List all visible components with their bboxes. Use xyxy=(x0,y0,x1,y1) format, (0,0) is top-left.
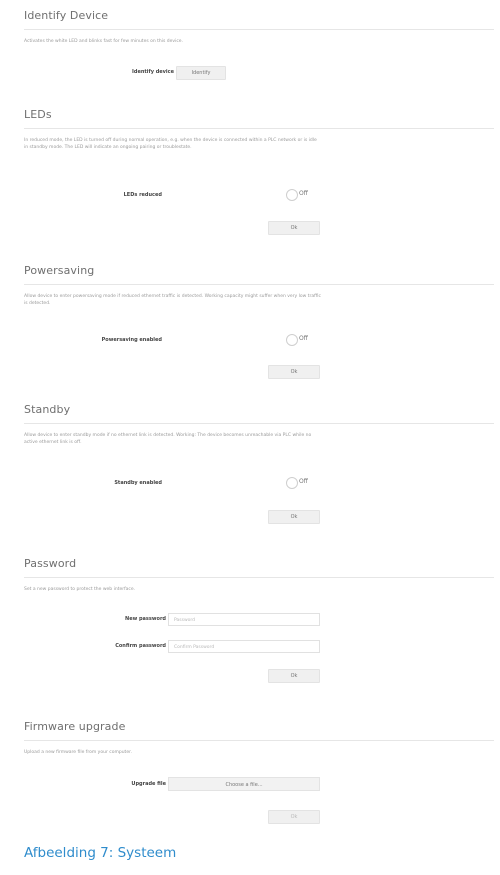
section-description: In reduced mode, the LED is turned off d… xyxy=(24,138,317,150)
section-description: Upload a new firmware file from your com… xyxy=(24,750,132,755)
powersaving-toggle[interactable]: Off xyxy=(286,334,310,346)
powersaving-row: Powersaving enabled Off xyxy=(24,334,500,348)
leds-section: LEDs In reduced mode, the LED is turned … xyxy=(24,108,500,235)
divider xyxy=(24,740,494,741)
identify-device-section: Identify Device Activates the white LED … xyxy=(24,9,500,80)
firmware-ok-button[interactable]: Ok xyxy=(268,810,320,824)
powersaving-section: Powersaving Allow device to enter powers… xyxy=(24,264,500,379)
section-title: Standby xyxy=(24,403,71,416)
section-title: Password xyxy=(24,557,77,570)
new-password-input[interactable]: Password xyxy=(168,613,320,626)
standby-section: Standby Allow device to enter standby mo… xyxy=(24,403,500,524)
toggle-knob xyxy=(286,189,298,201)
divider xyxy=(24,423,494,424)
powersaving-enabled-label: Powersaving enabled xyxy=(101,337,162,343)
toggle-state: Off xyxy=(299,190,308,197)
leds-reduced-label: LEDs reduced xyxy=(123,192,162,198)
section-description: Allow device to enter powersaving mode i… xyxy=(24,294,321,306)
leds-reduced-toggle[interactable]: Off xyxy=(286,189,310,201)
section-title: Identify Device xyxy=(24,9,109,22)
section-description: Set a new password to protect the web in… xyxy=(24,587,136,592)
section-title: LEDs xyxy=(24,108,52,121)
new-password-label: New password xyxy=(125,616,166,622)
leds-row: LEDs reduced Off xyxy=(24,189,500,203)
toggle-knob xyxy=(286,477,298,489)
choose-file-button[interactable]: Choose a file... xyxy=(168,777,320,791)
powersaving-ok-button[interactable]: Ok xyxy=(268,365,320,379)
toggle-state: Off xyxy=(299,478,308,485)
section-description: Activates the white LED and blinks fast … xyxy=(24,39,184,44)
figure-caption: Afbeelding 7: Systeem xyxy=(24,845,177,861)
password-ok-button[interactable]: Ok xyxy=(268,669,320,683)
standby-row: Standby enabled Off xyxy=(24,477,500,491)
upgrade-file-label: Upgrade file xyxy=(131,781,166,787)
section-title: Firmware upgrade xyxy=(24,720,126,733)
firmware-section: Firmware upgrade Upload a new firmware f… xyxy=(24,720,500,824)
system-settings-page: Identify Device Activates the white LED … xyxy=(0,0,500,875)
divider xyxy=(24,29,494,30)
confirm-password-row: Confirm password Confirm Password xyxy=(24,640,500,654)
identify-button[interactable]: Identify xyxy=(176,66,226,80)
identify-row: Identify device Identify xyxy=(24,66,500,80)
divider xyxy=(24,577,494,578)
confirm-password-input[interactable]: Confirm Password xyxy=(168,640,320,653)
section-title: Powersaving xyxy=(24,264,95,277)
standby-enabled-label: Standby enabled xyxy=(114,480,162,486)
confirm-password-label: Confirm password xyxy=(115,643,166,649)
leds-ok-button[interactable]: Ok xyxy=(268,221,320,235)
divider xyxy=(24,284,494,285)
divider xyxy=(24,128,494,129)
standby-ok-button[interactable]: Ok xyxy=(268,510,320,524)
upgrade-file-row: Upgrade file Choose a file... xyxy=(24,777,500,792)
identify-device-label: Identify device xyxy=(132,69,174,75)
password-section: Password Set a new password to protect t… xyxy=(24,557,500,683)
new-password-row: New password Password xyxy=(24,613,500,627)
toggle-knob xyxy=(286,334,298,346)
standby-toggle[interactable]: Off xyxy=(286,477,310,489)
section-description: Allow device to enter standby mode if no… xyxy=(24,433,312,445)
toggle-state: Off xyxy=(299,335,308,342)
